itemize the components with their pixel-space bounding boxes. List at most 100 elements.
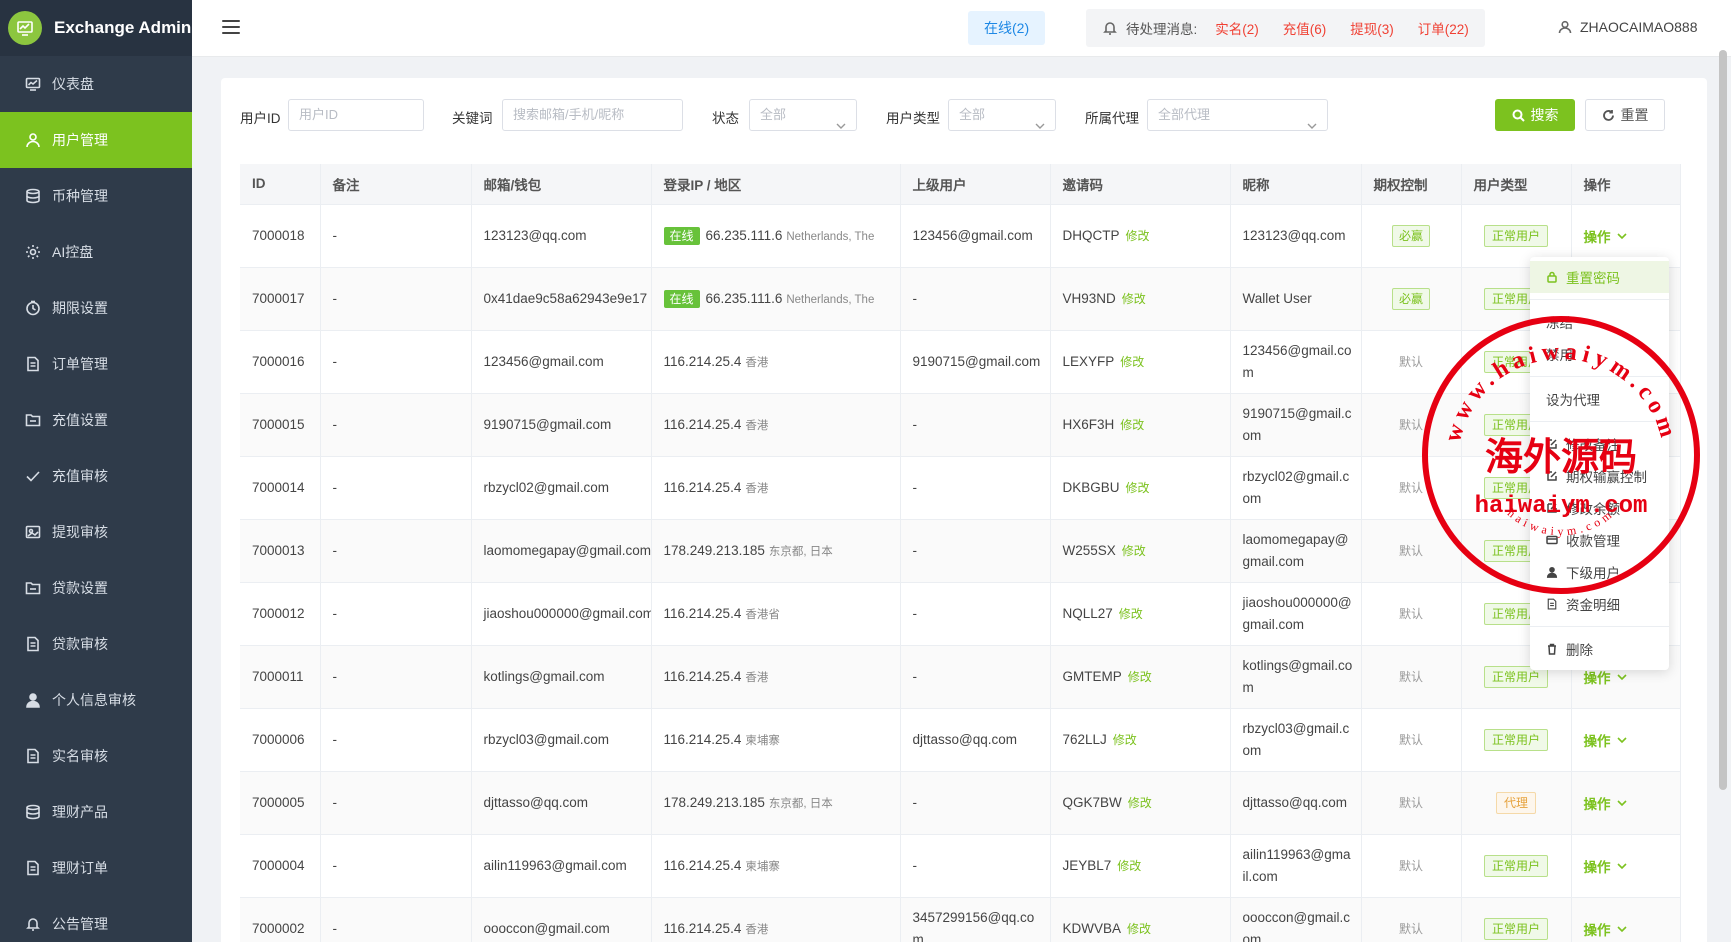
cell-nickname: 123123@qq.com bbox=[1230, 204, 1362, 268]
cell-remark: - bbox=[320, 834, 472, 898]
brand[interactable]: Exchange Admin bbox=[0, 0, 192, 56]
user-type-select[interactable]: 全部 bbox=[948, 99, 1056, 131]
user-id-input[interactable]: 用户ID bbox=[288, 99, 424, 131]
cell-remark: - bbox=[320, 393, 472, 457]
edit-invite-link[interactable]: 修改 bbox=[1122, 292, 1146, 306]
cell-id: 7000014 bbox=[240, 456, 321, 520]
lock-icon bbox=[1546, 271, 1558, 283]
edit-invite-link[interactable]: 修改 bbox=[1128, 796, 1152, 810]
table-row: 7000005- djttasso@qq.com 178.249.213.185 东京… bbox=[240, 771, 1681, 835]
cell-login-ip: 116.214.25.4 香港 bbox=[651, 393, 901, 457]
dropdown-item-6[interactable]: 修改余额 bbox=[1530, 492, 1669, 524]
dropdown-item-10[interactable]: 删除 bbox=[1530, 633, 1669, 665]
status-select[interactable]: 全部 bbox=[749, 99, 857, 131]
page-scrollbar[interactable] bbox=[1719, 50, 1727, 790]
sidebar-item-14[interactable]: 理财订单 bbox=[0, 840, 192, 896]
user-type-badge: 正常用户 bbox=[1483, 728, 1548, 751]
sidebar-item-0[interactable]: 仪表盘 bbox=[0, 56, 192, 112]
edit-invite-link[interactable]: 修改 bbox=[1128, 670, 1152, 684]
sidebar-item-9[interactable]: 贷款设置 bbox=[0, 560, 192, 616]
cell-invite: JEYBL7 修改 bbox=[1050, 834, 1231, 898]
edit-invite-link[interactable]: 修改 bbox=[1120, 418, 1144, 432]
dropdown-item-9[interactable]: 资金明细 bbox=[1530, 588, 1669, 620]
pending-realname-link[interactable]: 实名(2) bbox=[1215, 18, 1259, 38]
row-action-button[interactable]: 操作 bbox=[1584, 856, 1627, 876]
row-action-button[interactable]: 操作 bbox=[1584, 730, 1627, 750]
user-menu[interactable]: ZHAOCAIMAO888 bbox=[1558, 19, 1697, 35]
edit-invite-link[interactable]: 修改 bbox=[1113, 733, 1137, 747]
sidebar-item-3[interactable]: AI控盘 bbox=[0, 224, 192, 280]
reset-button[interactable]: 重置 bbox=[1585, 99, 1665, 131]
document-icon bbox=[24, 859, 42, 877]
dropdown-item-2[interactable]: 禁用 bbox=[1530, 338, 1669, 370]
picture-icon bbox=[24, 523, 42, 541]
chart-logo-icon bbox=[8, 11, 42, 45]
sidebar-item-1[interactable]: 用户管理 bbox=[0, 112, 192, 168]
table-row: 7000017-0x41dae9c58a62943e9e17 在线 66.235.1… bbox=[240, 267, 1681, 331]
edit-invite-link[interactable]: 修改 bbox=[1126, 229, 1150, 243]
edit-invite-link[interactable]: 修改 bbox=[1120, 355, 1144, 369]
sidebar-item-4[interactable]: 期限设置 bbox=[0, 280, 192, 336]
dropdown-item-3[interactable]: 设为代理 bbox=[1530, 383, 1669, 415]
user-id-label: 用户ID bbox=[240, 111, 281, 126]
card-icon bbox=[1546, 534, 1558, 546]
sidebar-item-label: 订单管理 bbox=[52, 356, 108, 372]
edit-invite-link[interactable]: 修改 bbox=[1126, 481, 1150, 495]
login-region: 香港省 bbox=[745, 608, 780, 621]
dropdown-item-0[interactable]: 重置密码 bbox=[1530, 261, 1669, 293]
keyword-input[interactable]: 搜索邮箱/手机/昵称 bbox=[502, 99, 683, 131]
pending-deposit-link[interactable]: 充值(6) bbox=[1283, 18, 1327, 38]
online-users-button[interactable]: 在线(2) bbox=[968, 11, 1046, 45]
cell-user-type: 正常用户 bbox=[1461, 897, 1572, 942]
users-table: ID 备注 邮箱/钱包 登录IP / 地区 上级用户 邀请码 昵称 期权控制 用户类型 操作 70… bbox=[240, 164, 1681, 942]
sidebar-item-5[interactable]: 订单管理 bbox=[0, 336, 192, 392]
dropdown-item-8[interactable]: 下级用户 bbox=[1530, 556, 1669, 588]
document-icon bbox=[24, 355, 42, 373]
agent-select[interactable]: 全部代理 bbox=[1147, 99, 1328, 131]
cell-control: 默认 bbox=[1361, 582, 1462, 646]
person-icon bbox=[1546, 566, 1558, 578]
dropdown-item-5[interactable]: 期权输赢控制 bbox=[1530, 460, 1669, 492]
online-tag: 在线 bbox=[663, 226, 700, 245]
sidebar-item-8[interactable]: 提现审核 bbox=[0, 504, 192, 560]
row-action-button[interactable]: 操作 bbox=[1584, 919, 1627, 939]
sidebar-item-12[interactable]: 实名审核 bbox=[0, 728, 192, 784]
row-action-label: 操作 bbox=[1583, 796, 1611, 812]
row-action-label: 操作 bbox=[1583, 229, 1611, 245]
sidebar-item-7[interactable]: 充值审核 bbox=[0, 448, 192, 504]
menu-toggle-icon[interactable] bbox=[222, 20, 240, 34]
chevron-down-icon bbox=[836, 111, 846, 129]
folder-icon bbox=[24, 579, 42, 597]
dropdown-item-4[interactable]: 修改备注 bbox=[1530, 428, 1669, 460]
cell-nickname: 9190715@gmail.com bbox=[1230, 393, 1362, 457]
sidebar-item-6[interactable]: 充值设置 bbox=[0, 392, 192, 448]
dropdown-item-7[interactable]: 收款管理 bbox=[1530, 524, 1669, 556]
sidebar-item-15[interactable]: 公告管理 bbox=[0, 896, 192, 942]
row-action-button[interactable]: 操作 bbox=[1584, 793, 1627, 813]
edit-invite-link[interactable]: 修改 bbox=[1127, 922, 1151, 936]
edit-invite-link[interactable]: 修改 bbox=[1117, 859, 1141, 873]
cell-id: 7000012 bbox=[240, 582, 321, 646]
cell-invite: GMTEMP 修改 bbox=[1050, 645, 1231, 709]
sidebar-item-13[interactable]: 理财产品 bbox=[0, 784, 192, 840]
sidebar-item-11[interactable]: 个人信息审核 bbox=[0, 672, 192, 728]
dropdown-item-1[interactable]: 冻结 bbox=[1530, 306, 1669, 338]
row-action-button[interactable]: 操作 bbox=[1584, 226, 1627, 246]
control-badge: 默认 bbox=[1398, 796, 1423, 810]
cell-invite: LEXYFP 修改 bbox=[1050, 330, 1231, 394]
edit-invite-link[interactable]: 修改 bbox=[1119, 607, 1143, 621]
invite-code: DHQCTP bbox=[1062, 228, 1120, 243]
sidebar-item-2[interactable]: 币种管理 bbox=[0, 168, 192, 224]
invite-code: 762LLJ bbox=[1062, 732, 1107, 747]
sidebar-menu: 仪表盘 用户管理 币种管理 AI控盘 期限设置订单管理充值设置 充值审核 提现审核 贷款设置贷… bbox=[0, 56, 192, 942]
pending-withdraw-link[interactable]: 提现(3) bbox=[1350, 18, 1394, 38]
menu-divider bbox=[1530, 626, 1669, 627]
top-header: 在线(2) 待处理消息: 实名(2) 充值(6) 提现(3) 订单(22) ZH… bbox=[192, 0, 1731, 57]
cell-email: rbzycl03@gmail.com bbox=[471, 708, 652, 772]
sidebar-item-10[interactable]: 贷款审核 bbox=[0, 616, 192, 672]
cell-remark: - bbox=[320, 456, 472, 520]
login-region: Netherlands, The bbox=[786, 293, 875, 306]
edit-invite-link[interactable]: 修改 bbox=[1122, 544, 1146, 558]
pending-order-link[interactable]: 订单(22) bbox=[1418, 18, 1469, 38]
search-button[interactable]: 搜索 bbox=[1495, 99, 1575, 131]
